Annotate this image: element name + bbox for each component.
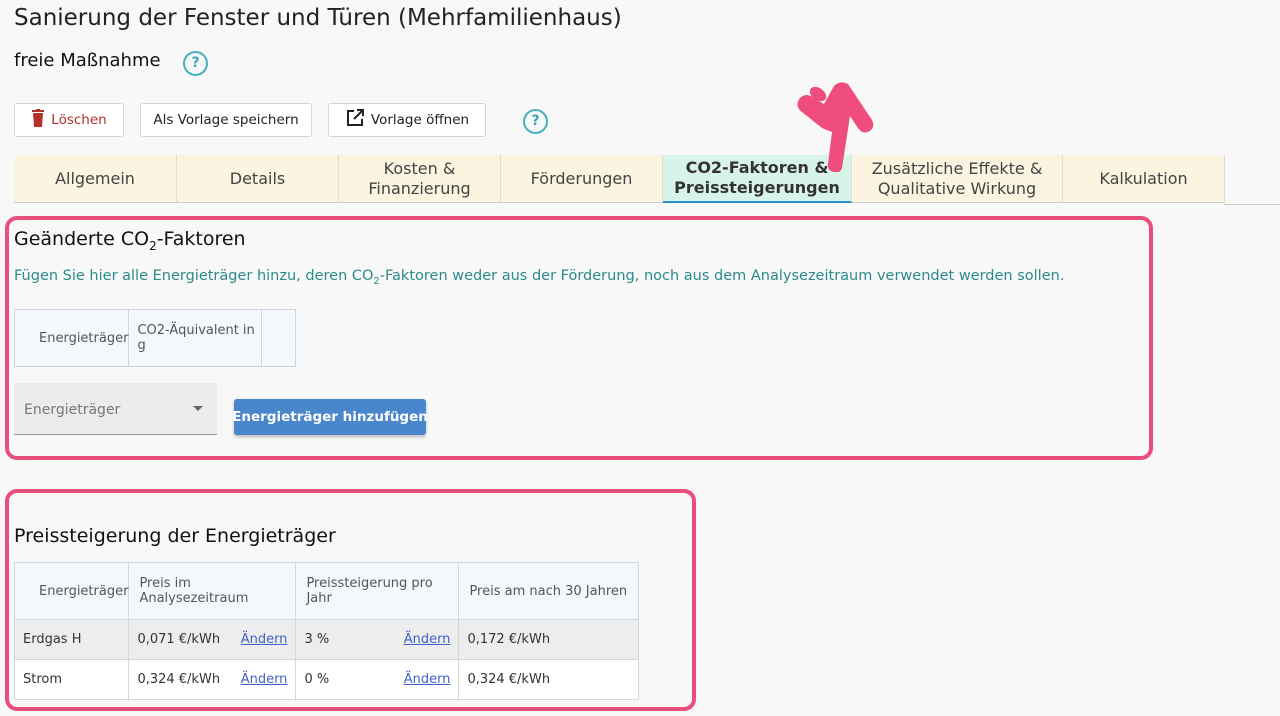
tab-allgemein[interactable]: Allgemein — [14, 155, 177, 203]
tab-foerderungen[interactable]: Förderungen — [501, 155, 663, 203]
table-row: Erdgas H 0,071 €/kWh Ändern 3 % Ändern 0,1… — [13, 619, 640, 660]
energy-carrier-select-placeholder: Energieträger — [24, 402, 121, 418]
column-header: Preis im Analysezeitraum — [128, 562, 297, 620]
edit-price-link[interactable]: Ändern — [241, 632, 288, 647]
price-30-cell: 0,172 €/kWh — [458, 619, 640, 660]
open-template-button[interactable]: Vorlage öffnen — [328, 103, 486, 137]
co2-info-text: Fügen Sie hier alle Energieträger hinzu,… — [14, 268, 1065, 287]
table-row: Strom 0,324 €/kWh Ändern 0 % Ändern 0,324 … — [13, 659, 640, 700]
help-icon[interactable]: ? — [183, 51, 208, 76]
delete-button[interactable]: Löschen — [14, 103, 124, 137]
tab-kosten-finanzierung[interactable]: Kosten & Finanzierung — [339, 155, 501, 203]
column-header: CO2-Äquivalent in g — [128, 309, 263, 367]
save-as-template-label: Als Vorlage speichern — [153, 112, 299, 128]
chevron-down-icon — [193, 406, 203, 411]
carrier-cell: Erdgas H — [13, 619, 130, 660]
price-increase-table: Energieträger Preis im Analysezeitraum P… — [13, 562, 640, 700]
external-link-icon — [345, 108, 365, 132]
open-template-label: Vorlage öffnen — [370, 112, 470, 128]
page-title: Sanierung der Fenster und Türen (Mehrfam… — [14, 5, 622, 31]
column-header — [261, 309, 297, 367]
pointing-hand-icon — [792, 76, 876, 176]
help-icon[interactable]: ? — [523, 109, 548, 134]
save-as-template-button[interactable]: Als Vorlage speichern — [140, 103, 312, 137]
edit-increase-link[interactable]: Ändern — [404, 672, 451, 687]
co2-section-title: Geänderte CO2-Faktoren — [14, 228, 246, 253]
tab-bar-baseline — [1224, 204, 1280, 205]
carrier-cell: Strom — [13, 659, 130, 700]
price-30-cell: 0,324 €/kWh — [458, 659, 640, 700]
edit-price-link[interactable]: Ändern — [241, 672, 288, 687]
increase-cell: 3 % Ändern — [295, 619, 460, 660]
price-cell: 0,324 €/kWh Ändern — [128, 659, 297, 700]
column-header: Energieträger — [13, 562, 130, 620]
edit-increase-link[interactable]: Ändern — [404, 632, 451, 647]
tab-kalkulation[interactable]: Kalkulation — [1063, 155, 1225, 203]
tab-bar: Allgemein Details Kosten & Finanzierung … — [14, 155, 1225, 204]
increase-cell: 0 % Ändern — [295, 659, 460, 700]
trash-icon — [31, 109, 45, 131]
co2-factor-table: Energieträger CO2-Äquivalent in g — [13, 309, 297, 367]
tab-zusaetzliche-effekte[interactable]: Zusätzliche Effekte & Qualitative Wirkun… — [852, 155, 1063, 203]
tab-details[interactable]: Details — [177, 155, 339, 203]
energy-carrier-select[interactable]: Energieträger — [14, 383, 217, 435]
column-header: Preissteigerung pro Jahr — [295, 562, 460, 620]
delete-button-label: Löschen — [51, 112, 107, 128]
price-section-title: Preissteigerung der Energieträger — [14, 525, 336, 547]
measure-type-label: freie Maßnahme — [14, 50, 161, 71]
column-header: Preis am nach 30 Jahren — [458, 562, 640, 620]
add-energy-carrier-button[interactable]: Energieträger hinzufügen — [232, 399, 428, 435]
price-cell: 0,071 €/kWh Ändern — [128, 619, 297, 660]
column-header: Energieträger — [13, 309, 130, 367]
